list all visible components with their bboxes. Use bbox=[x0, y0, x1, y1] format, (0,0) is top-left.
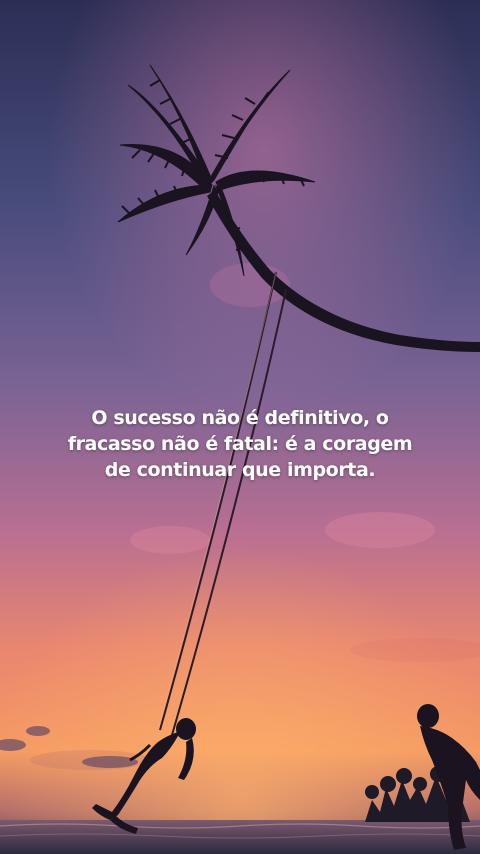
video-frame: O sucesso não é definitivo, o fracasso n… bbox=[0, 0, 480, 854]
sea bbox=[0, 820, 480, 854]
quote-text: O sucesso não é definitivo, o fracasso n… bbox=[67, 407, 413, 481]
